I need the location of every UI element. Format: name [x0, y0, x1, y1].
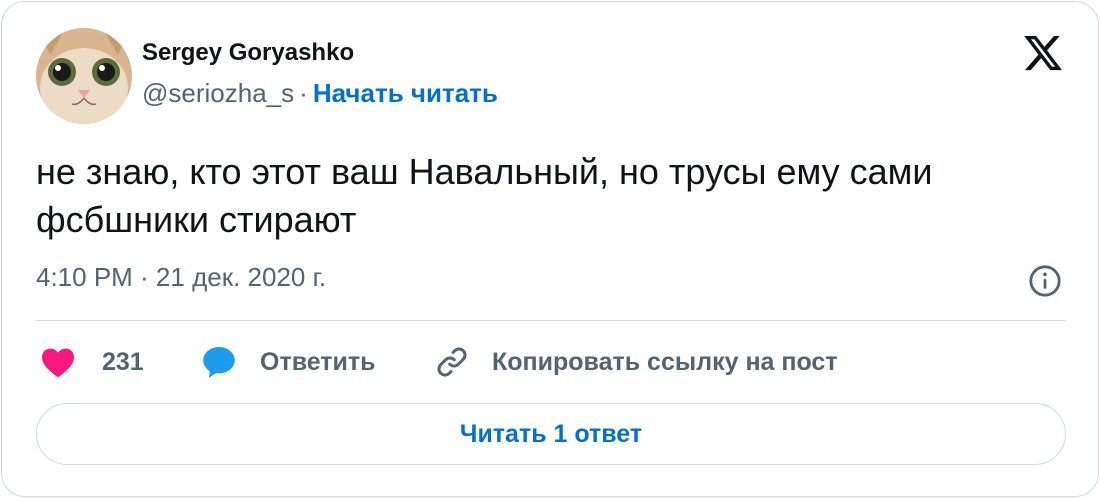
author-handle-row: @seriozha_s · Начать читать	[142, 78, 498, 109]
avatar[interactable]	[36, 28, 132, 124]
reply-label: Ответить	[260, 347, 376, 376]
separator-dot: ·	[299, 78, 308, 108]
copy-link-button[interactable]: Копировать ссылку на пост	[434, 342, 838, 382]
follow-link[interactable]: Начать читать	[313, 78, 498, 108]
author-handle[interactable]: @seriozha_s	[142, 78, 294, 108]
tweet-timestamp[interactable]: 4:10 PM · 21 дек. 2020 г.	[36, 262, 326, 293]
author-name[interactable]: Sergey Goryashko	[142, 39, 354, 67]
tweet-card: Sergey Goryashko @seriozha_s · Начать чита…	[1, 1, 1099, 497]
like-button[interactable]: 231	[40, 342, 144, 382]
reply-button[interactable]: Ответить	[200, 342, 376, 382]
read-replies-button[interactable]: Читать 1 ответ	[36, 403, 1066, 465]
like-count: 231	[102, 347, 144, 376]
speech-bubble-icon	[203, 347, 235, 378]
divider	[36, 320, 1066, 321]
heart-icon	[42, 348, 74, 378]
copy-link-label: Копировать ссылку на пост	[492, 347, 838, 376]
x-logo-icon[interactable]	[1020, 32, 1066, 74]
info-icon[interactable]	[1028, 264, 1062, 298]
tweet-text: не знаю, кто этот ваш Навальный, но трус…	[36, 151, 933, 240]
cat-avatar-image	[36, 28, 132, 124]
link-icon	[437, 347, 467, 377]
